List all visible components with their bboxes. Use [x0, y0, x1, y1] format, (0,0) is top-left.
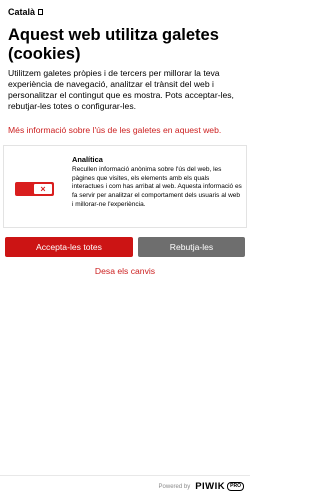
category-text: Analítica Recullen informació anònima so… [72, 155, 242, 210]
piwik-pro-logo[interactable]: PIWIK PRO [195, 481, 244, 492]
reject-all-button[interactable]: Rebutja-les [138, 237, 245, 257]
analytics-toggle[interactable]: × [15, 182, 54, 196]
language-selector[interactable]: Català [8, 7, 44, 17]
cookie-category-analytics: × Analítica Recullen informació anònima … [3, 145, 247, 228]
category-description: Recullen informació anònima sobre l'ús d… [72, 166, 242, 208]
language-label: Català [8, 7, 36, 17]
toggle-off-icon: × [34, 184, 52, 194]
logo-badge: PRO [227, 482, 244, 491]
save-changes-link[interactable]: Desa els canvis [0, 266, 250, 276]
page-title: Aquest web utilitza galetes (cookies) [8, 26, 219, 63]
accept-all-button[interactable]: Accepta-les totes [5, 237, 133, 257]
powered-by: Powered by PIWIK PRO [159, 481, 244, 492]
logo-wordmark: PIWIK [195, 481, 226, 492]
dropdown-box-icon [38, 9, 44, 15]
powered-by-label: Powered by [158, 483, 191, 490]
category-title: Analítica [72, 155, 103, 164]
intro-text: Utilitzem galetes pròpies i de tercers p… [8, 68, 234, 111]
more-info-link[interactable]: Més informació sobre l'ús de les galetes… [8, 125, 221, 135]
footer: Powered by PIWIK PRO [0, 475, 250, 498]
